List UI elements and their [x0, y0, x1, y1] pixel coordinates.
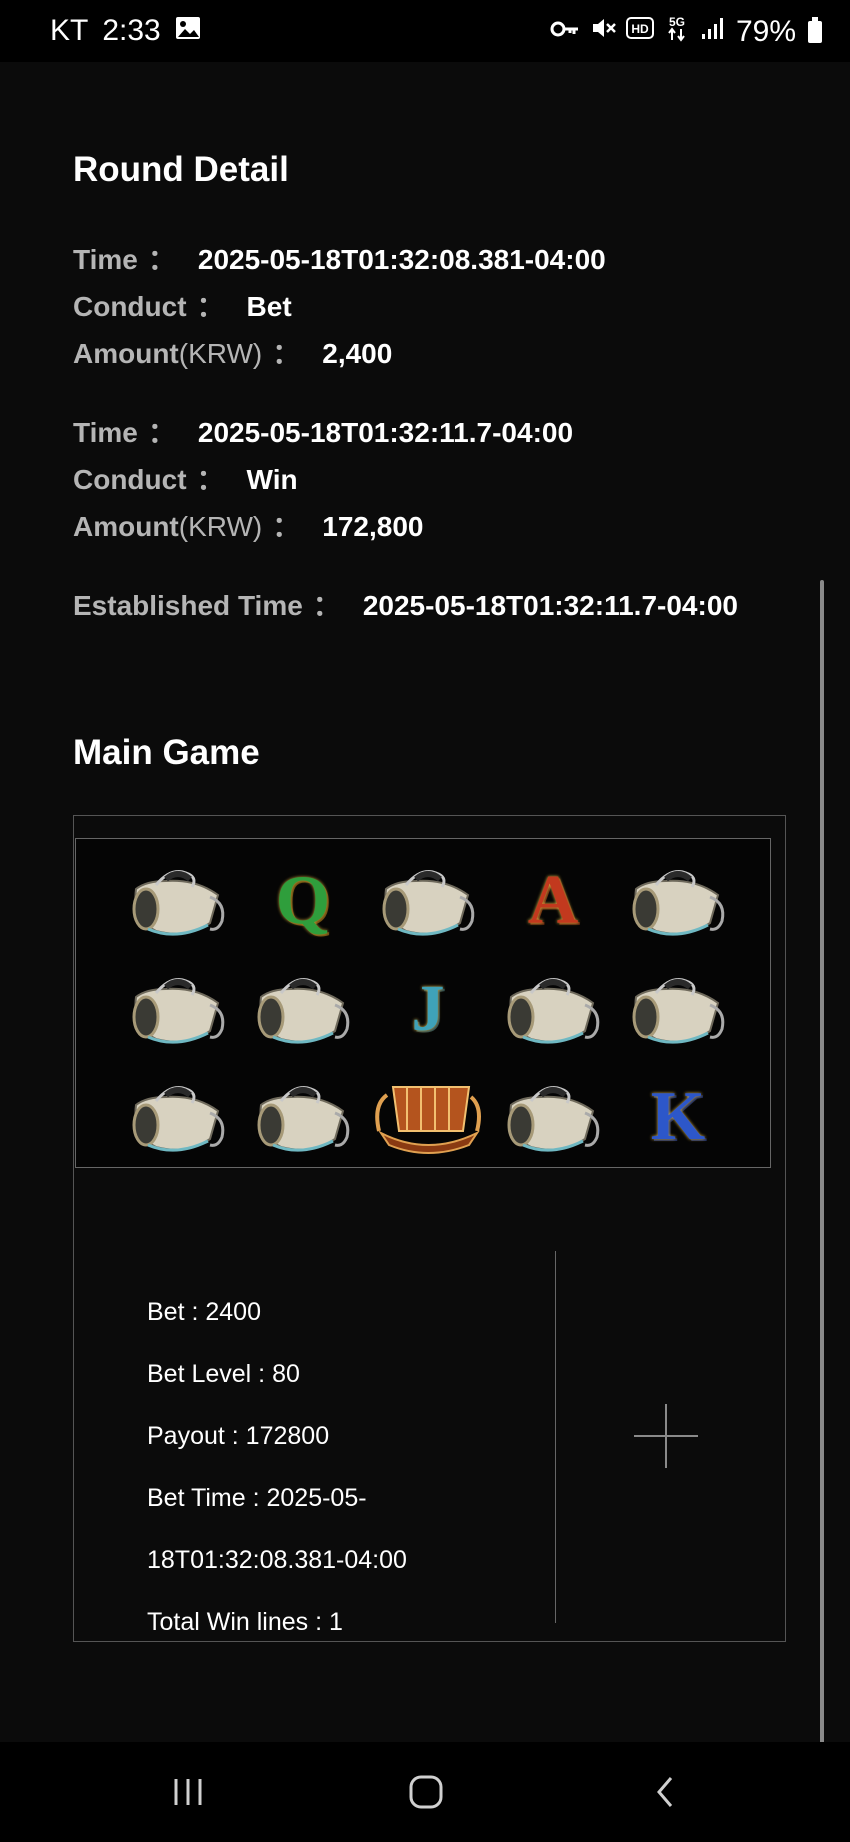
colon: ： [196, 291, 225, 322]
svg-text:HD: HD [631, 22, 649, 36]
amount-label: Amount(KRW) [73, 338, 263, 369]
horn-symbol [123, 959, 233, 1059]
bet-time-text-cont: 18T01:32:08.381-04:00 [147, 1546, 407, 1574]
nav-bar [0, 1742, 850, 1842]
5g-icon: 5G [664, 14, 690, 49]
amount-unit: (KRW) [178, 511, 263, 542]
svg-text:5G: 5G [669, 15, 685, 29]
hd-icon: HD [625, 16, 654, 47]
conduct-label: Conduct [73, 464, 187, 495]
carrier-label: KT [50, 14, 89, 47]
amount-value: 172,800 [322, 511, 424, 542]
scrollbar[interactable] [820, 580, 824, 1760]
slot-reels: Q A J K [75, 838, 771, 1168]
letter-symbol-k: K [650, 1078, 706, 1155]
expand-plus-icon[interactable] [634, 1404, 698, 1468]
time-label: Time [73, 417, 138, 448]
colon: ： [147, 244, 176, 275]
letter-symbol-j: J [411, 972, 445, 1045]
established-time-row: Established Time ： 2025-05-18T01:32:11.7… [73, 584, 738, 624]
established-time-label: Established Time [73, 590, 303, 621]
clock: 2:33 [102, 14, 161, 47]
key-icon [550, 18, 580, 46]
amount-unit: (KRW) [178, 338, 263, 369]
colon: ： [272, 511, 301, 542]
total-win-lines-text: Total Win lines : 1 [147, 1608, 343, 1636]
time-value: 2025-05-18T01:32:08.381-04:00 [197, 244, 606, 275]
bet-time-text: Bet Time : 2025-05- [147, 1484, 367, 1512]
letter-symbol-q: Q [275, 862, 331, 939]
status-bar: KT 2:33 HD 5G 79% [0, 0, 850, 62]
colon: ： [196, 464, 225, 495]
conduct-value: Win [246, 464, 298, 495]
bet-text: Bet : 2400 [147, 1298, 261, 1326]
colon: ： [312, 590, 341, 621]
gallery-icon [175, 16, 201, 47]
status-right: HD 5G 79% [550, 14, 822, 49]
ship-symbol [373, 1067, 483, 1167]
entry-1-conduct-row: Conduct ： Bet [73, 285, 292, 325]
amount-value: 2,400 [322, 338, 393, 369]
horn-symbol [248, 1067, 358, 1167]
divider [555, 1251, 556, 1623]
entry-2-conduct-row: Conduct ： Win [73, 458, 298, 498]
horn-symbol [123, 851, 233, 951]
horn-symbol [498, 959, 608, 1059]
entry-1-time-row: Time ： 2025-05-18T01:32:08.381-04:00 [73, 238, 606, 278]
battery-icon [808, 16, 822, 43]
horn-symbol [248, 959, 358, 1059]
back-icon[interactable] [636, 1764, 696, 1820]
time-label: Time [73, 244, 138, 275]
bet-level-text: Bet Level : 80 [147, 1360, 300, 1388]
entry-2-amount-row: Amount(KRW) ： 172,800 [73, 505, 423, 545]
horn-symbol [373, 851, 483, 951]
home-icon[interactable] [396, 1764, 456, 1820]
round-detail-title: Round Detail [73, 150, 289, 189]
horn-symbol [623, 959, 733, 1059]
letter-symbol-a: A [527, 862, 579, 939]
game-info: Bet : 2400 Bet Level : 80 Payout : 17280… [147, 1281, 407, 1653]
battery-percent: 79% [735, 14, 796, 48]
conduct-value: Bet [246, 291, 292, 322]
horn-symbol [123, 1067, 233, 1167]
horn-symbol [498, 1067, 608, 1167]
entry-1-amount-row: Amount(KRW) ： 2,400 [73, 332, 392, 372]
horn-symbol [623, 851, 733, 951]
status-left: KT 2:33 [50, 14, 201, 48]
colon: ： [272, 338, 301, 369]
colon: ： [147, 417, 176, 448]
recent-apps-icon[interactable] [158, 1764, 218, 1820]
amount-label: Amount(KRW) [73, 511, 263, 542]
main-game-panel: Q A J K Bet : 2400 Bet Level : 80 Payout : … [73, 815, 786, 1642]
payout-text: Payout : 172800 [147, 1422, 330, 1450]
conduct-label: Conduct [73, 291, 187, 322]
entry-2-time-row: Time ： 2025-05-18T01:32:11.7-04:00 [73, 411, 573, 451]
established-time-value: 2025-05-18T01:32:11.7-04:00 [362, 590, 738, 621]
signal-icon [700, 16, 726, 47]
time-value: 2025-05-18T01:32:11.7-04:00 [197, 417, 574, 448]
mute-icon [590, 16, 616, 47]
main-game-title: Main Game [73, 733, 260, 772]
